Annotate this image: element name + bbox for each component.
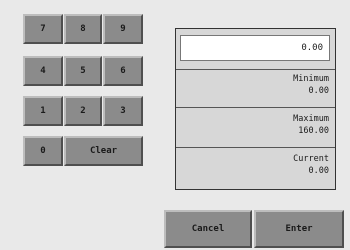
key-6[interactable]: 6 <box>103 56 143 86</box>
value-panel: 0.00 Minimum 0.00 Maximum 160.00 Current… <box>175 28 336 190</box>
key-1[interactable]: 1 <box>23 96 63 126</box>
key-9[interactable]: 9 <box>103 14 143 44</box>
key-4[interactable]: 4 <box>23 56 63 86</box>
value-display[interactable]: 0.00 <box>180 35 330 61</box>
maximum-value: 160.00 <box>298 126 329 136</box>
current-label: Current <box>293 154 329 164</box>
key-2[interactable]: 2 <box>64 96 102 126</box>
key-7[interactable]: 7 <box>23 14 63 44</box>
current-row: Current 0.00 <box>176 147 335 189</box>
minimum-row: Minimum 0.00 <box>176 69 335 105</box>
key-3[interactable]: 3 <box>103 96 143 126</box>
key-5[interactable]: 5 <box>64 56 102 86</box>
cancel-button[interactable]: Cancel <box>164 210 252 248</box>
clear-button[interactable]: Clear <box>64 136 143 166</box>
current-value: 0.00 <box>308 166 329 176</box>
key-0[interactable]: 0 <box>23 136 63 166</box>
minimum-label: Minimum <box>293 74 329 84</box>
enter-button[interactable]: Enter <box>254 210 344 248</box>
maximum-row: Maximum 160.00 <box>176 107 335 145</box>
maximum-label: Maximum <box>293 114 329 124</box>
value-text: 0.00 <box>301 43 323 53</box>
minimum-value: 0.00 <box>308 86 329 96</box>
key-8[interactable]: 8 <box>64 14 102 44</box>
